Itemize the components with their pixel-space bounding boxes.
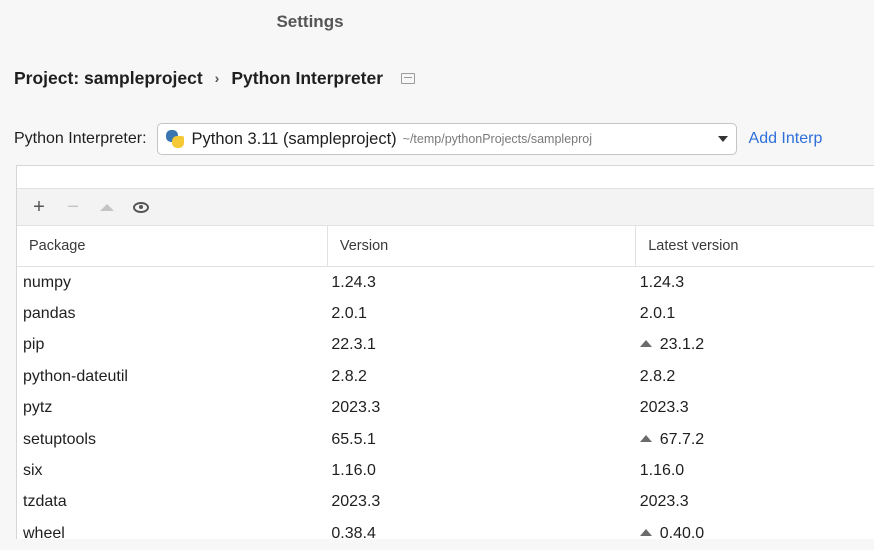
- python-logo-icon: [165, 130, 184, 148]
- add-interpreter-link[interactable]: Add Interp: [749, 130, 823, 148]
- breadcrumb-separator: ›: [214, 70, 220, 86]
- table-row[interactable]: wheel 0.38.4 0.40.0: [17, 518, 874, 549]
- table-header-row: Package Version Latest version: [17, 226, 874, 267]
- package-latest-version: 2023.3: [636, 393, 874, 424]
- latest-version-text: 2023.3: [639, 493, 689, 511]
- package-name: wheel: [23, 524, 65, 542]
- interpreter-name: Python 3.11 (sampleproject): [191, 129, 397, 148]
- latest-version-text: 1.24.3: [639, 273, 685, 291]
- column-header-package[interactable]: Package: [17, 226, 328, 267]
- package-version: 1.16.0: [331, 462, 376, 480]
- table-row[interactable]: numpy 1.24.3 1.24.3: [17, 267, 874, 299]
- breadcrumb: Project: sampleproject › Python Interpre…: [14, 64, 416, 92]
- table-row[interactable]: pytz 2023.3 2023.3: [17, 393, 874, 424]
- chevron-down-icon[interactable]: [717, 136, 728, 142]
- interpreter-label: Python Interpreter:: [14, 130, 147, 147]
- package-latest-version: 2023.3: [636, 487, 874, 518]
- package-name: python-dateutil: [23, 367, 128, 385]
- latest-version-text: 2.0.1: [639, 305, 676, 323]
- remove-package-button[interactable]: −: [59, 193, 87, 221]
- package-version: 2023.3: [331, 399, 381, 417]
- table-row[interactable]: pandas 2.0.1 2.0.1: [17, 298, 874, 329]
- interpreter-path: ~/temp/pythonProjects/sampleproj: [402, 132, 592, 146]
- package-name: setuptools: [23, 430, 96, 448]
- packages-toolbar: + −: [17, 189, 874, 226]
- package-name: pytz: [23, 399, 53, 417]
- window-title: Settings: [276, 12, 344, 31]
- table-row[interactable]: setuptools 65.5.1 67.7.2: [17, 424, 874, 455]
- package-version: 0.38.4: [331, 524, 376, 542]
- latest-version-text: 0.40.0: [659, 524, 705, 542]
- latest-version-text: 2023.3: [639, 399, 689, 417]
- add-package-button[interactable]: +: [25, 193, 53, 221]
- package-name: pip: [23, 336, 45, 354]
- upgrade-available-icon: [639, 528, 652, 536]
- column-header-latest-version[interactable]: Latest version: [635, 226, 874, 267]
- show-early-releases-button[interactable]: [127, 193, 155, 221]
- interpreter-dropdown[interactable]: Python 3.11 (sampleproject) ~/temp/pytho…: [156, 123, 737, 155]
- packages-table: Package Version Latest version numpy 1.24…: [17, 226, 874, 550]
- package-name: pandas: [23, 305, 76, 323]
- package-latest-version: 2.8.2: [636, 361, 874, 392]
- upgrade-available-icon: [639, 340, 652, 348]
- package-version: 65.5.1: [331, 430, 376, 448]
- column-header-version[interactable]: Version: [327, 226, 637, 267]
- package-version: 2.0.1: [331, 305, 367, 323]
- package-latest-version: 0.40.0: [636, 518, 874, 549]
- breadcrumb-project[interactable]: Project: sampleproject: [14, 68, 203, 89]
- table-row[interactable]: pip 22.3.1 23.1.2: [17, 330, 874, 361]
- package-latest-version: 2.0.1: [636, 298, 874, 329]
- interpreter-row: Python Interpreter: Python 3.11 (samplep…: [14, 121, 874, 157]
- package-name: six: [23, 462, 43, 480]
- package-latest-version: 67.7.2: [636, 424, 874, 455]
- package-latest-version: 1.24.3: [636, 267, 874, 299]
- upgrade-available-icon: [639, 434, 652, 442]
- table-row[interactable]: python-dateutil 2.8.2 2.8.2: [17, 361, 874, 392]
- table-row[interactable]: six 1.16.0 1.16.0: [17, 455, 874, 486]
- package-name: numpy: [23, 273, 72, 291]
- eye-icon: [133, 201, 149, 213]
- package-version: 2023.3: [331, 493, 381, 511]
- latest-version-text: 23.1.2: [659, 336, 705, 354]
- package-version: 2.8.2: [331, 367, 367, 385]
- latest-version-text: 67.7.2: [659, 430, 705, 448]
- latest-version-text: 2.8.2: [639, 367, 676, 385]
- table-row[interactable]: tzdata 2023.3 2023.3: [17, 487, 874, 518]
- latest-version-text: 1.16.0: [639, 462, 685, 480]
- arrow-up-icon: [100, 203, 114, 211]
- package-name: tzdata: [23, 493, 67, 511]
- packages-panel: + − Package Version Latest version numpy…: [16, 165, 874, 542]
- package-version: 22.3.1: [331, 336, 376, 354]
- panel-top-strip: [17, 166, 874, 189]
- settings-scope-icon: [401, 72, 416, 84]
- package-latest-version: 23.1.2: [636, 330, 874, 361]
- package-version: 1.24.3: [331, 273, 376, 291]
- breadcrumb-page: Python Interpreter: [231, 67, 384, 88]
- upgrade-package-button[interactable]: [93, 193, 121, 221]
- package-latest-version: 1.16.0: [636, 455, 874, 486]
